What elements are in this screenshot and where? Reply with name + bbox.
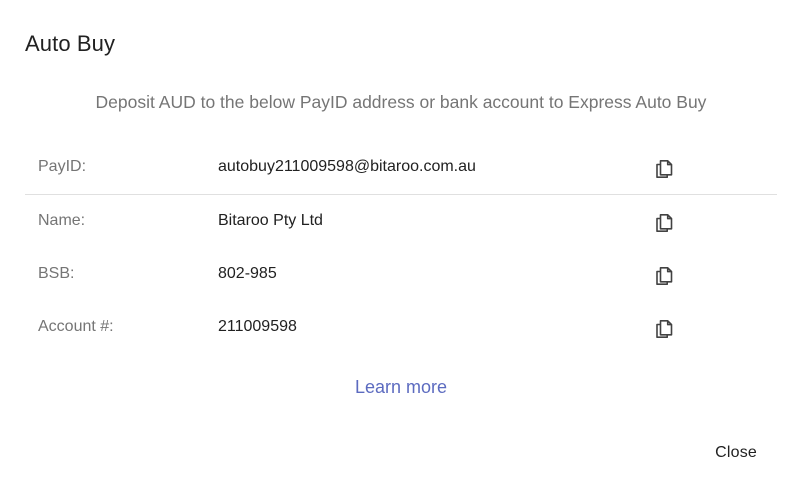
name-value: Bitaroo Pty Ltd	[218, 212, 323, 229]
bsb-value: 802-985	[218, 265, 277, 282]
copy-icon[interactable]	[652, 317, 676, 341]
learn-more-link[interactable]: Learn more	[355, 377, 447, 397]
copy-icon[interactable]	[652, 264, 676, 288]
dialog-title: Auto Buy	[25, 31, 116, 56]
auto-buy-dialog: Auto Buy Deposit AUD to the below PayID …	[0, 0, 798, 483]
bsb-label: BSB:	[38, 265, 75, 282]
name-row: Name: Bitaroo Pty Ltd	[25, 195, 777, 248]
account-number-value: 211009598	[218, 318, 297, 335]
copy-icon[interactable]	[652, 157, 676, 181]
name-label: Name:	[38, 212, 86, 229]
account-number-label: Account #:	[38, 318, 114, 335]
dialog-subtitle: Deposit AUD to the below PayID address o…	[95, 92, 707, 112]
payid-row: PayID: autobuy211009598@bitaroo.com.au	[25, 141, 777, 195]
deposit-details: PayID: autobuy211009598@bitaroo.com.au N…	[25, 141, 777, 354]
payid-value: autobuy211009598@bitaroo.com.au	[218, 158, 476, 175]
account-number-row: Account #: 211009598	[25, 301, 777, 354]
learn-more-container: Learn more	[0, 377, 798, 398]
bsb-row: BSB: 802-985	[25, 248, 777, 301]
copy-icon[interactable]	[652, 211, 676, 235]
close-button[interactable]: Close	[715, 444, 757, 462]
payid-label: PayID:	[38, 158, 87, 175]
